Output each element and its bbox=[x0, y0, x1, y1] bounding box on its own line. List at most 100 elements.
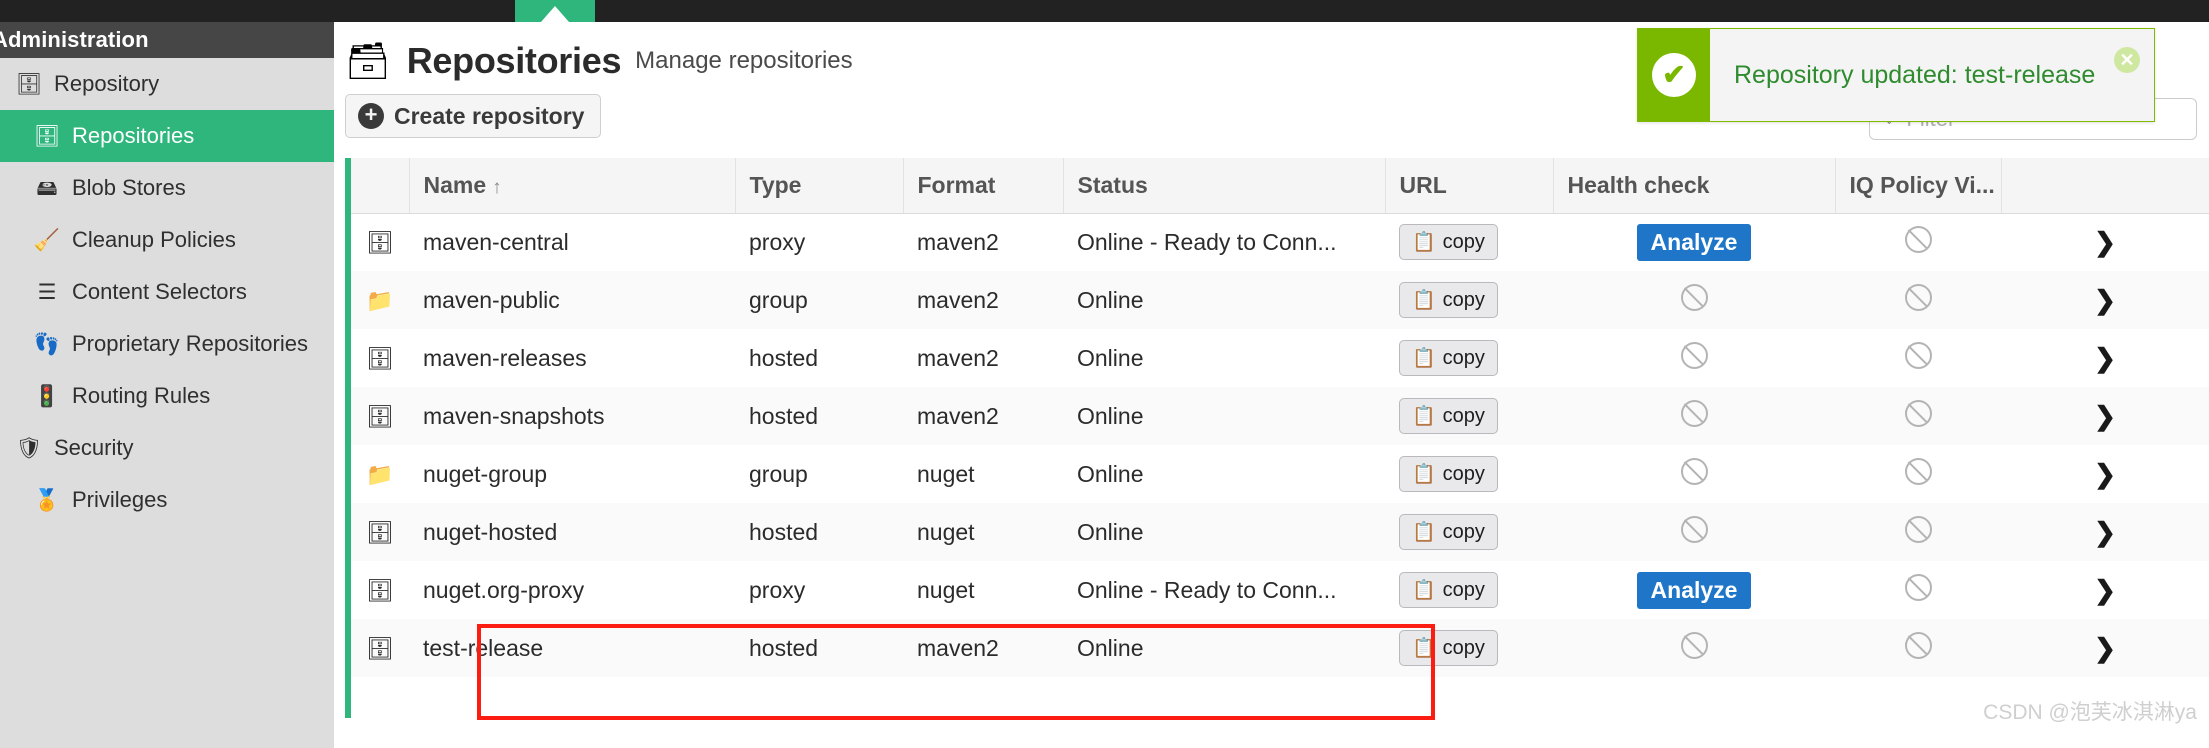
cell-type: hosted bbox=[749, 518, 819, 545]
create-repository-button[interactable]: + Create repository bbox=[345, 94, 602, 138]
table-row[interactable]: 📁 nuget-group group nuget Online 📋 copy ❯ bbox=[351, 445, 2209, 503]
cell-actions: ❯ bbox=[2001, 213, 2209, 271]
cell-health-check bbox=[1553, 619, 1835, 677]
cell-url: 📋 copy bbox=[1385, 329, 1553, 387]
sidebar-item-privileges[interactable]: 🏅 Privileges bbox=[0, 474, 334, 526]
chevron-right-icon[interactable]: ❯ bbox=[2094, 633, 2116, 663]
sidebar-item-security[interactable]: ▾ 🛡 Security bbox=[0, 422, 334, 474]
sidebar-item-label: Cleanup Policies bbox=[72, 227, 236, 252]
copy-url-button[interactable]: 📋 copy bbox=[1399, 224, 1498, 261]
copy-url-button[interactable]: 📋 copy bbox=[1399, 282, 1498, 318]
tab-notch-icon bbox=[541, 6, 569, 22]
table-row[interactable]: 🗄 nuget.org-proxy proxy nuget Online - R… bbox=[351, 561, 2209, 619]
copy-url-button[interactable]: 📋 copy bbox=[1399, 572, 1498, 608]
table-row[interactable]: 📁 maven-public group maven2 Online 📋 copy… bbox=[351, 271, 2209, 329]
copy-label: copy bbox=[1442, 230, 1485, 253]
page-title: Repositories bbox=[406, 40, 622, 81]
column-header-name[interactable]: Name ↑ bbox=[409, 158, 736, 214]
row-type-icon-cell: 🗄 bbox=[351, 387, 409, 445]
chevron-down-icon: ▾ bbox=[0, 441, 12, 455]
cell-health-check bbox=[1553, 503, 1835, 561]
sidebar-item-blob-stores[interactable]: 🖴 Blob Stores bbox=[0, 162, 334, 214]
sidebar-item-repositories[interactable]: 🗄 Repositories bbox=[0, 110, 334, 162]
sidebar-item-content-selectors[interactable]: ☰ Content Selectors bbox=[0, 266, 334, 318]
cell-iq-policy bbox=[1835, 387, 2001, 445]
ban-icon bbox=[1680, 283, 1708, 311]
column-header-status[interactable]: Status bbox=[1063, 158, 1386, 214]
column-header-url[interactable]: URL bbox=[1385, 158, 1554, 214]
clipboard-icon: 📋 bbox=[1412, 232, 1436, 254]
cell-format: maven2 bbox=[917, 634, 999, 661]
sidebar-header-title: Administration bbox=[0, 27, 149, 52]
sidebar-item-routing-rules[interactable]: 🚦 Routing Rules bbox=[0, 370, 334, 422]
cell-iq-policy bbox=[1835, 561, 2001, 619]
analyze-button[interactable]: Analyze bbox=[1636, 571, 1752, 609]
sidebar-item-repository[interactable]: ▾ 🗄 Repository bbox=[0, 58, 334, 110]
table-header-row: Name ↑ Type Format Status URL Health chec… bbox=[351, 158, 2209, 214]
cell-name: nuget-group bbox=[423, 460, 548, 487]
ban-icon bbox=[1904, 515, 1932, 543]
cell-format: nuget bbox=[917, 518, 975, 545]
cell-type: hosted bbox=[749, 344, 819, 371]
cell-url: 📋 copy bbox=[1385, 445, 1553, 503]
ban-icon bbox=[1680, 515, 1708, 543]
cell-name: maven-central bbox=[423, 228, 569, 255]
sidebar-item-label: Privileges bbox=[72, 487, 168, 512]
table-row[interactable]: 🗄 test-release hosted maven2 Online 📋 cop… bbox=[351, 619, 2209, 677]
blob-store-icon: 🖴 bbox=[36, 176, 58, 200]
clipboard-icon: 📋 bbox=[1412, 464, 1436, 485]
copy-url-button[interactable]: 📋 copy bbox=[1399, 456, 1498, 492]
column-header-name-label: Name bbox=[423, 171, 487, 198]
database-icon: 🗄 bbox=[15, 72, 43, 96]
table-row[interactable]: 🗄 maven-snapshots hosted maven2 Online 📋… bbox=[351, 387, 2209, 445]
toast-icon-box: ✔ bbox=[1638, 29, 1710, 121]
column-header-health-check[interactable]: Health check bbox=[1553, 158, 1836, 214]
chevron-right-icon[interactable]: ❯ bbox=[2094, 343, 2116, 373]
footprints-icon: 👣 bbox=[33, 332, 61, 356]
copy-label: copy bbox=[1442, 346, 1485, 369]
chevron-right-icon[interactable]: ❯ bbox=[2094, 517, 2116, 547]
sidebar-item-proprietary-repositories[interactable]: 👣 Proprietary Repositories bbox=[0, 318, 334, 370]
sidebar-item-label: Proprietary Repositories bbox=[72, 331, 308, 356]
chevron-right-icon[interactable]: ❯ bbox=[2094, 401, 2116, 431]
signpost-icon: 🚦 bbox=[33, 384, 61, 408]
row-type-icon-cell: 🗄 bbox=[351, 213, 409, 271]
cell-format: maven2 bbox=[917, 286, 999, 313]
chevron-right-icon[interactable]: ❯ bbox=[2094, 575, 2116, 605]
column-header-actions bbox=[2001, 158, 2209, 214]
repo-group-icon: 📁 bbox=[366, 287, 394, 313]
table-row[interactable]: 🗄 nuget-hosted hosted nuget Online 📋 copy… bbox=[351, 503, 2209, 561]
table-row[interactable]: 🗄 maven-central proxy maven2 Online - Re… bbox=[351, 213, 2209, 271]
cell-actions: ❯ bbox=[2001, 561, 2209, 619]
copy-url-button[interactable]: 📋 copy bbox=[1399, 340, 1498, 376]
ban-icon bbox=[1680, 341, 1708, 369]
sidebar-item-cleanup-policies[interactable]: 🧹 Cleanup Policies bbox=[0, 214, 334, 266]
column-header-format[interactable]: Format bbox=[903, 158, 1064, 214]
sidebar-item-label: Repository bbox=[54, 71, 160, 96]
cell-type: group bbox=[749, 460, 808, 487]
row-type-icon-cell: 🗄 bbox=[351, 503, 409, 561]
cell-url: 📋 copy bbox=[1385, 561, 1553, 619]
broom-icon: 🧹 bbox=[33, 228, 61, 252]
column-header-iq-policy-violations[interactable]: IQ Policy Vi... bbox=[1835, 158, 2002, 214]
sidebar-header: Administration bbox=[0, 22, 334, 58]
column-header-type[interactable]: Type bbox=[735, 158, 904, 214]
copy-url-button[interactable]: 📋 copy bbox=[1399, 630, 1498, 666]
clipboard-icon: 📋 bbox=[1412, 406, 1436, 427]
chevron-right-icon[interactable]: ❯ bbox=[2094, 285, 2116, 315]
plus-circle-icon: + bbox=[358, 103, 384, 129]
close-icon[interactable]: ✕ bbox=[2114, 47, 2140, 73]
copy-url-button[interactable]: 📋 copy bbox=[1399, 398, 1498, 434]
cell-iq-policy bbox=[1835, 445, 2001, 503]
table-row[interactable]: 🗄 maven-releases hosted maven2 Online 📋 c… bbox=[351, 329, 2209, 387]
cell-health-check bbox=[1553, 445, 1835, 503]
copy-label: copy bbox=[1442, 520, 1485, 543]
sidebar-item-label: Routing Rules bbox=[72, 383, 211, 408]
copy-url-button[interactable]: 📋 copy bbox=[1399, 514, 1498, 550]
column-header-select bbox=[351, 158, 410, 214]
cell-url: 📋 copy bbox=[1385, 213, 1553, 271]
chevron-right-icon[interactable]: ❯ bbox=[2094, 227, 2116, 257]
chevron-right-icon[interactable]: ❯ bbox=[2094, 459, 2116, 489]
cell-status: Online - Ready to Conn... bbox=[1077, 576, 1337, 603]
analyze-button[interactable]: Analyze bbox=[1636, 223, 1752, 261]
